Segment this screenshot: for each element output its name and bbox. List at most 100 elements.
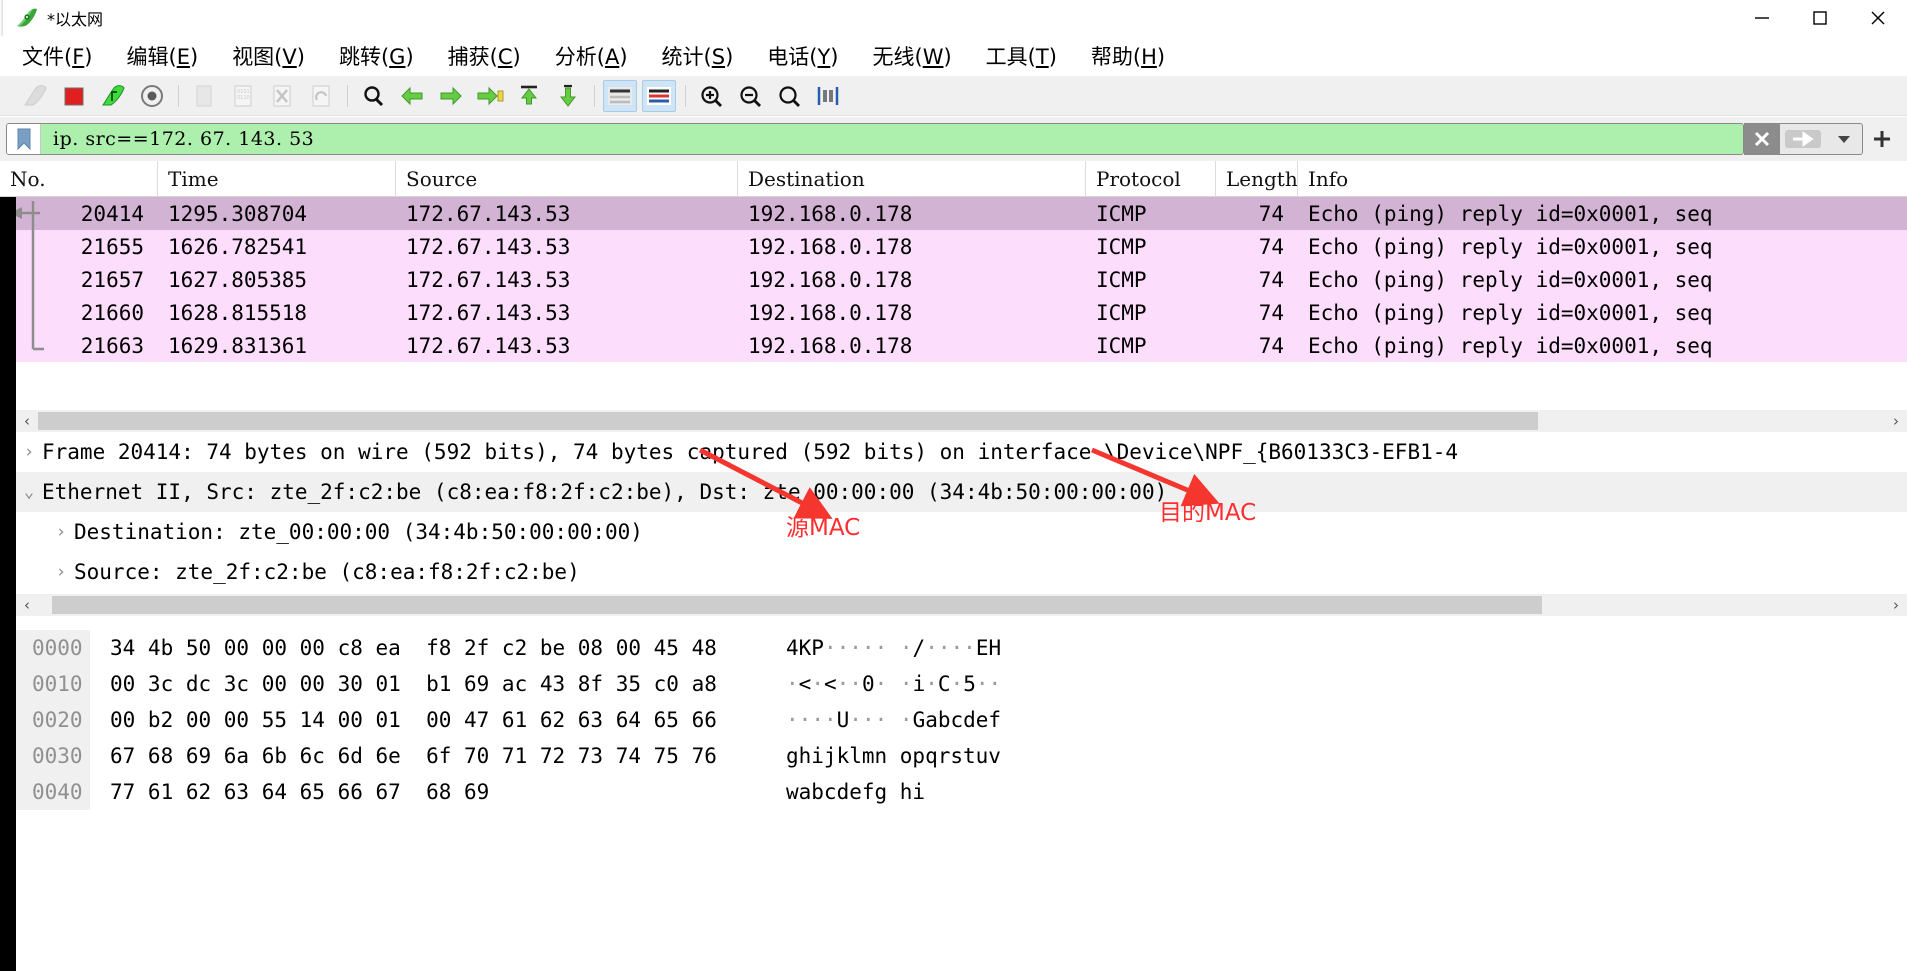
scroll-left-icon[interactable]: ‹ xyxy=(16,410,38,432)
packet-list-column-header-info[interactable]: Info xyxy=(1298,161,1898,197)
menu-item-g[interactable]: 跳转(G) xyxy=(339,41,414,71)
menu-item-e[interactable]: 编辑(E) xyxy=(127,41,199,71)
hex-dump-row[interactable]: 0030 67 68 69 6a 6b 6c 6d 6e 6f 70 71 72 … xyxy=(16,738,1907,774)
packet-cell-destination: 192.168.0.178 xyxy=(748,201,913,226)
chevron-down-icon[interactable]: ⌄ xyxy=(16,482,42,502)
menu-item-h[interactable]: 帮助(H) xyxy=(1091,41,1165,71)
menu-item-v[interactable]: 视图(V) xyxy=(232,41,305,71)
packet-detail-pane[interactable]: › Frame 20414: 74 bytes on wire (592 bits… xyxy=(0,432,1907,616)
stop-capture-icon[interactable] xyxy=(57,80,91,112)
chevron-right-icon[interactable]: › xyxy=(48,562,74,582)
packet-detail-scroll-thumb[interactable] xyxy=(52,596,1542,614)
display-filter-buttons xyxy=(1744,123,1863,155)
main-toolbar: 0101 0110 xyxy=(0,76,1907,116)
packet-detail-tree[interactable]: › Frame 20414: 74 bytes on wire (592 bits… xyxy=(0,432,1907,616)
go-to-last-icon[interactable] xyxy=(551,80,585,112)
packet-list-pane[interactable]: No. Time Source Destination Protocol Length In… xyxy=(0,161,1907,432)
packet-detail-hscrollbar[interactable]: ‹ › xyxy=(16,594,1907,616)
find-packet-icon[interactable] xyxy=(356,80,390,112)
packet-list-row[interactable]: 21655 1626.782541 172.67.143.53 192.168.0.1… xyxy=(0,230,1907,263)
restart-capture-icon[interactable] xyxy=(96,80,130,112)
menu-item-t[interactable]: 工具(T) xyxy=(986,41,1057,71)
apply-filter-arrow-icon[interactable] xyxy=(1780,124,1826,154)
packet-cell-destination: 192.168.0.178 xyxy=(748,267,913,292)
packet-list-column-header-no[interactable]: No. xyxy=(0,161,158,197)
zoom-reset-icon[interactable] xyxy=(772,80,806,112)
packet-cell-length: 74 xyxy=(1258,333,1284,358)
menu-item-a[interactable]: 分析(A) xyxy=(555,41,628,71)
detail-scroll-left-icon[interactable]: ‹ xyxy=(16,594,38,616)
packet-detail-row[interactable]: › Source: zte_2f:c2:be (c8:ea:f8:2f:c2:be… xyxy=(0,552,1907,592)
hex-dump-row[interactable]: 0010 00 3c dc 3c 00 00 30 01 b1 69 ac 43 … xyxy=(16,666,1907,702)
packet-cell-no: 21655 xyxy=(80,234,144,259)
packet-detail-text: Source: zte_2f:c2:be (c8:ea:f8:2f:c2:be) xyxy=(74,560,580,584)
display-filter-box[interactable] xyxy=(6,123,1744,155)
hex-bytes: 77 61 62 63 64 65 66 67 68 69 xyxy=(110,780,490,804)
go-back-icon[interactable] xyxy=(395,80,429,112)
menu-item-c[interactable]: 捕获(C) xyxy=(448,41,521,71)
packet-list-body[interactable]: 20414 1295.308704 172.67.143.53 192.168.0.1… xyxy=(0,197,1907,362)
packet-list-row[interactable]: 21660 1628.815518 172.67.143.53 192.168.0.1… xyxy=(0,296,1907,329)
scroll-right-icon[interactable]: › xyxy=(1885,410,1907,432)
packet-detail-row[interactable]: › Frame 20414: 74 bytes on wire (592 bits… xyxy=(0,432,1907,472)
menu-item-f[interactable]: 文件(F) xyxy=(22,41,93,71)
hex-ascii: ····U··· ·Gabcdef xyxy=(786,708,1002,732)
go-to-packet-icon[interactable] xyxy=(473,80,507,112)
packet-list-header: No. Time Source Destination Protocol Length In… xyxy=(0,161,1907,197)
hex-ascii: ·<·<··0· ·i·C·5·· xyxy=(786,672,1002,696)
window-controls xyxy=(1733,0,1907,36)
packet-cell-time: 1627.805385 xyxy=(168,267,308,292)
packet-list-column-header-destination[interactable]: Destination xyxy=(738,161,1086,197)
capture-options-icon[interactable] xyxy=(135,80,169,112)
hex-dump-row[interactable]: 0000 34 4b 50 00 00 00 c8 ea f8 2f c2 be … xyxy=(16,630,1907,666)
packet-list-column-header-protocol[interactable]: Protocol xyxy=(1086,161,1216,197)
chevron-down-icon[interactable] xyxy=(1826,124,1862,154)
packet-list-row[interactable]: 21663 1629.831361 172.67.143.53 192.168.0.1… xyxy=(0,329,1907,362)
hex-offset: 0000 xyxy=(16,630,90,666)
hex-dump-row[interactable]: 0020 00 b2 00 00 55 14 00 01 00 47 61 62 … xyxy=(16,702,1907,738)
packet-cell-no: 20414 xyxy=(80,201,144,226)
packet-cell-source: 172.67.143.53 xyxy=(406,333,571,358)
chevron-right-icon[interactable]: › xyxy=(48,522,74,542)
menu-item-y[interactable]: 电话(Y) xyxy=(767,41,838,71)
resize-columns-icon[interactable] xyxy=(811,80,845,112)
packet-list-column-header-source[interactable]: Source xyxy=(396,161,738,197)
go-forward-icon[interactable] xyxy=(434,80,468,112)
packet-cell-no: 21660 xyxy=(80,300,144,325)
colorize-packets-icon[interactable] xyxy=(642,79,676,112)
packet-bytes-body[interactable]: 0000 34 4b 50 00 00 00 c8 ea f8 2f c2 be … xyxy=(0,616,1907,810)
close-button[interactable] xyxy=(1849,0,1907,36)
packet-list-column-header-time[interactable]: Time xyxy=(158,161,396,197)
hex-dump-row[interactable]: 0040 77 61 62 63 64 65 66 67 68 69 wabcdef… xyxy=(16,774,1907,810)
packet-cell-destination: 192.168.0.178 xyxy=(748,234,913,259)
packet-detail-row[interactable]: ⌄ Ethernet II, Src: zte_2f:c2:be (c8:ea:f… xyxy=(0,472,1907,512)
packet-bytes-pane[interactable]: 0000 34 4b 50 00 00 00 c8 ea f8 2f c2 be … xyxy=(0,616,1907,971)
zoom-in-icon[interactable] xyxy=(694,80,728,112)
packet-list-row[interactable]: 20414 1295.308704 172.67.143.53 192.168.0.1… xyxy=(0,197,1907,230)
display-filter-input[interactable] xyxy=(41,124,1743,154)
auto-scroll-icon[interactable] xyxy=(603,79,637,112)
zoom-out-icon[interactable] xyxy=(733,80,767,112)
packet-list-hscrollbar[interactable]: ‹ › xyxy=(16,410,1907,432)
menu-item-s[interactable]: 统计(S) xyxy=(662,41,734,71)
add-filter-button-icon[interactable] xyxy=(1863,123,1901,155)
packet-detail-text: Destination: zte_00:00:00 (34:4b:50:00:0… xyxy=(74,520,643,544)
packet-list-scroll-thumb[interactable] xyxy=(38,412,1538,430)
packet-detail-row[interactable]: › Destination: zte_00:00:00 (34:4b:50:00:… xyxy=(0,512,1907,552)
packet-list-row[interactable]: 21657 1627.805385 172.67.143.53 192.168.0.1… xyxy=(0,263,1907,296)
go-to-first-icon[interactable] xyxy=(512,80,546,112)
toolbar-separator xyxy=(178,84,179,107)
packet-list-scroll-track[interactable] xyxy=(38,410,1885,432)
bookmark-icon[interactable] xyxy=(7,124,41,154)
detail-scroll-right-icon[interactable]: › xyxy=(1885,594,1907,616)
maximize-button[interactable] xyxy=(1791,0,1849,36)
packet-detail-scroll-track[interactable] xyxy=(38,594,1885,616)
clear-filter-icon[interactable] xyxy=(1744,124,1780,154)
chevron-right-icon[interactable]: › xyxy=(16,442,42,462)
packet-cell-length: 74 xyxy=(1258,201,1284,226)
menu-item-w[interactable]: 无线(W) xyxy=(873,41,952,71)
packet-cell-length: 74 xyxy=(1258,267,1284,292)
minimize-button[interactable] xyxy=(1733,0,1791,36)
packet-list-column-header-length[interactable]: Length xyxy=(1216,161,1298,197)
packet-bytes-left-strip xyxy=(0,616,16,971)
